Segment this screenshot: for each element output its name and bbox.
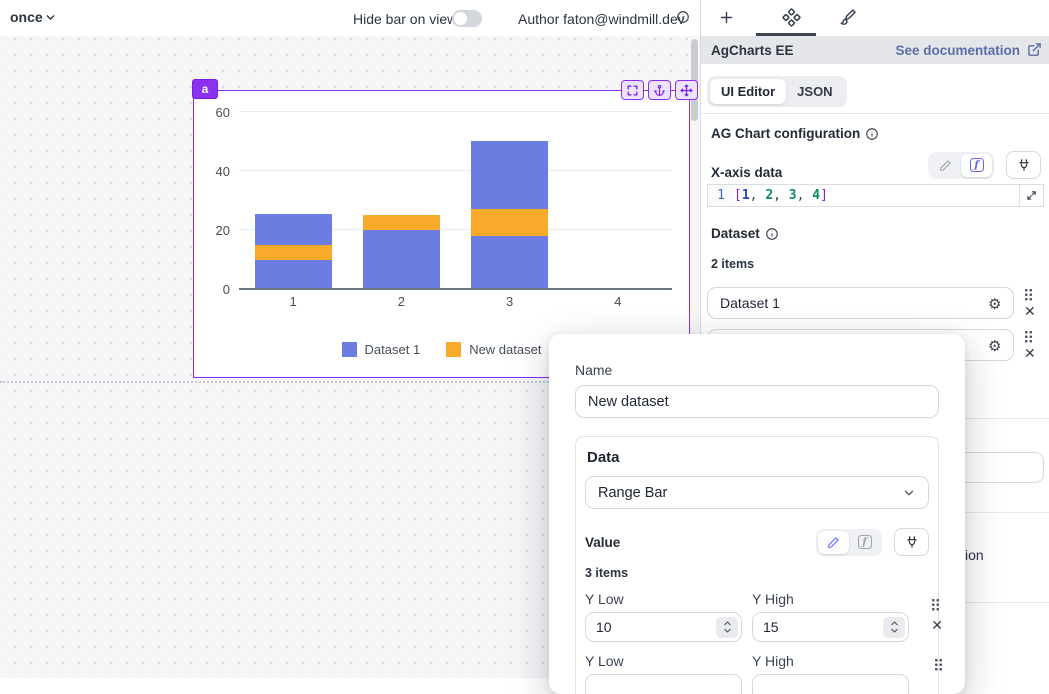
chart-plot xyxy=(239,112,672,289)
value-items-count: 3 items xyxy=(585,566,929,580)
static-or-eval-toggle: f xyxy=(816,529,882,556)
dataset-name-input[interactable] xyxy=(575,385,939,418)
remove-row-icon[interactable]: ✕ xyxy=(931,617,943,634)
line-number: 1 xyxy=(708,185,734,206)
dataset-row-name-input[interactable] xyxy=(707,287,1014,319)
hide-bar-label: Hide bar on view xyxy=(353,11,457,27)
function-icon[interactable]: f xyxy=(961,154,992,177)
legend-label: New dataset xyxy=(469,342,541,357)
static-or-eval-toggle: f xyxy=(928,152,994,179)
code-line[interactable]: [1, 2, 3, 4] xyxy=(734,185,1019,206)
divider xyxy=(701,113,1049,114)
y-high-label: Y High xyxy=(752,653,919,669)
gear-icon[interactable]: ⚙ xyxy=(988,337,1001,355)
tab-json[interactable]: JSON xyxy=(786,79,843,104)
author-label: Author faton@windmill.dev xyxy=(518,11,685,27)
panel-header: AgCharts EE See documentation xyxy=(701,36,1049,64)
chart-y-axis-labels: 0204060 xyxy=(194,112,230,289)
drag-handle-icon[interactable] xyxy=(1024,330,1033,343)
legend-item[interactable]: Dataset 1 xyxy=(342,342,421,357)
external-link-icon[interactable] xyxy=(1027,42,1042,57)
legend-item[interactable]: New dataset xyxy=(446,342,541,357)
range-bar-segment xyxy=(471,209,548,236)
data-label: Data xyxy=(587,449,929,466)
y-low-label: Y Low xyxy=(585,591,752,607)
range-bar-segment xyxy=(363,215,440,230)
range-bar-segment xyxy=(255,245,332,260)
info-icon[interactable] xyxy=(765,227,779,241)
xaxis-code-editor[interactable]: 1 [1, 2, 3, 4] xyxy=(707,184,1044,207)
function-icon[interactable]: f xyxy=(849,531,880,554)
data-type-select[interactable]: Range Bar xyxy=(585,476,929,509)
y-high-label: Y High xyxy=(752,591,919,607)
partially-hidden-label: ion xyxy=(965,547,984,563)
legend-swatch xyxy=(446,342,461,357)
move-component-button[interactable] xyxy=(675,80,698,100)
schedule-dropdown-label[interactable]: once xyxy=(10,9,43,25)
xaxis-input-mode-icons: f xyxy=(928,151,1041,179)
number-stepper[interactable] xyxy=(883,617,905,638)
y-high-input[interactable] xyxy=(752,674,909,694)
y-low-label: Y Low xyxy=(585,653,752,669)
bar-segment xyxy=(363,229,440,288)
connect-plug-button[interactable] xyxy=(894,528,929,556)
drag-handle-icon[interactable] xyxy=(931,598,940,611)
name-label: Name xyxy=(575,362,939,378)
expand-editor-button[interactable] xyxy=(1019,185,1043,206)
panel-tab-bar xyxy=(701,0,1049,36)
value-label: Value xyxy=(585,535,620,550)
number-stepper[interactable] xyxy=(716,617,738,638)
pen-icon[interactable] xyxy=(930,154,961,177)
styling-tab[interactable] xyxy=(831,3,865,31)
see-documentation-link[interactable]: See documentation xyxy=(895,43,1020,58)
chart-x-axis-line xyxy=(239,288,672,290)
chevron-down-icon[interactable] xyxy=(44,11,57,24)
chart-x-axis-labels: 1234 xyxy=(239,294,672,312)
tab-ui-editor[interactable]: UI Editor xyxy=(710,79,786,104)
info-icon[interactable] xyxy=(865,127,879,141)
remove-row-icon[interactable]: ✕ xyxy=(1024,345,1036,362)
drag-handle-icon[interactable] xyxy=(1024,288,1033,301)
editor-mode-tabs: UI Editor JSON xyxy=(707,76,847,107)
hide-bar-toggle[interactable] xyxy=(452,10,482,27)
dataset-items-count: 2 items xyxy=(711,257,754,271)
data-type-value: Range Bar xyxy=(598,485,667,501)
dataset-section-label: Dataset xyxy=(711,226,779,241)
legend-label: Dataset 1 xyxy=(365,342,421,357)
data-group: Data Range Bar Value f 3 items xyxy=(575,436,939,694)
connect-plug-button[interactable] xyxy=(1006,151,1041,179)
component-controls xyxy=(621,80,698,100)
expand-component-button[interactable] xyxy=(621,80,644,100)
xaxis-data-label: X-axis data xyxy=(711,165,782,180)
config-section-title: AG Chart configuration xyxy=(711,126,879,141)
insert-component-tab[interactable] xyxy=(709,3,743,31)
gear-icon[interactable]: ⚙ xyxy=(988,295,1001,313)
y-low-input[interactable] xyxy=(585,674,742,694)
anchor-component-button[interactable] xyxy=(648,80,671,100)
legend-swatch xyxy=(342,342,357,357)
drag-handle-icon[interactable] xyxy=(934,658,943,671)
info-icon[interactable] xyxy=(676,10,690,24)
chevron-down-icon xyxy=(902,486,916,500)
component-type-title: AgCharts EE xyxy=(711,43,794,58)
remove-row-icon[interactable]: ✕ xyxy=(1024,303,1036,320)
toggle-knob xyxy=(454,12,467,25)
dataset-settings-modal: Name Data Range Bar Value f xyxy=(549,334,965,694)
component-id-badge[interactable]: a xyxy=(192,79,218,99)
component-settings-tab[interactable] xyxy=(774,3,808,31)
pen-icon[interactable] xyxy=(818,531,849,554)
